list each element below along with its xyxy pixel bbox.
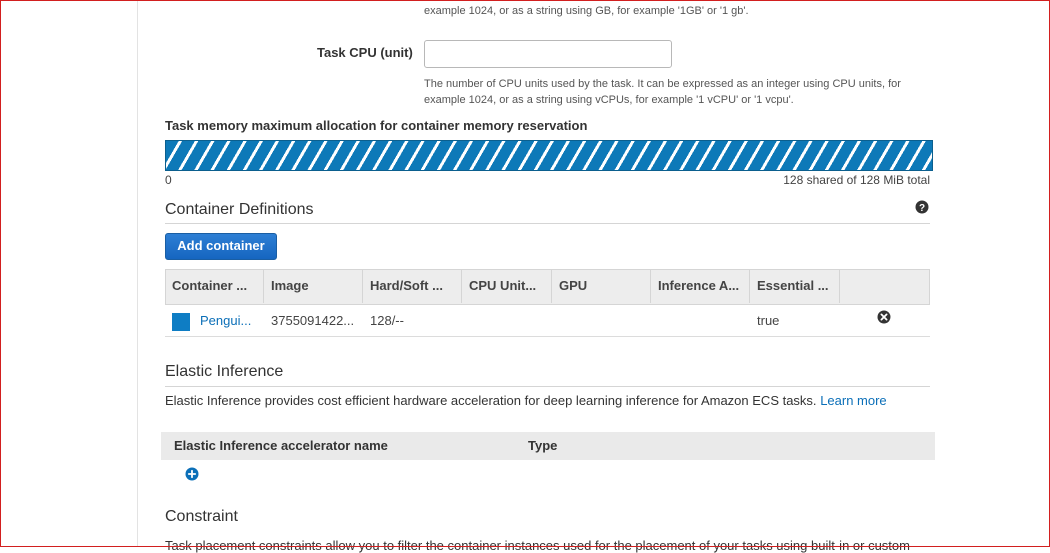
constraint-description: Task placement constraints allow you to … [165,538,910,553]
column-header-cpu-units[interactable]: CPU Unit... [462,269,552,303]
question-circle-icon[interactable]: ? [915,200,929,214]
task-memory-help-text: example 1024, or as a string using GB, f… [424,5,749,17]
column-header-gpu[interactable]: GPU [552,269,651,303]
table-row-container-name[interactable]: Pengui... [165,305,264,337]
add-container-button[interactable]: Add container [165,233,277,260]
learn-more-link[interactable]: Learn more [820,393,886,408]
column-header-actions [840,269,930,303]
elastic-inference-table-header: Elastic Inference accelerator name Type [161,432,935,460]
remove-circle-icon[interactable] [877,310,891,324]
column-header-inference-accelerators[interactable]: Inference A... [651,269,750,303]
table-row-gpu [552,305,651,337]
elastic-inference-heading: Elastic Inference [165,363,284,380]
content-left-border [137,0,138,547]
column-header-type: Type [528,438,558,453]
column-header-essential[interactable]: Essential ... [750,269,840,303]
task-cpu-input[interactable] [424,40,672,68]
table-row-divider [165,336,930,337]
table-row-essential: true [757,313,780,328]
column-header-image[interactable]: Image [264,269,363,303]
column-header-accelerator-name: Elastic Inference accelerator name [174,438,388,453]
elastic-inference-description: Elastic Inference provides cost efficien… [165,393,817,408]
task-cpu-help-line-2: example 1024, or as a string using vCPUs… [424,94,794,106]
task-cpu-help-line-1: The number of CPU units used by the task… [424,78,901,90]
column-header-hard-soft-limits[interactable]: Hard/Soft ... [363,269,462,303]
container-name-link[interactable]: Pengui... [200,313,251,328]
memory-allocation-min-label: 0 [165,173,172,187]
svg-text:?: ? [919,203,925,214]
constraint-heading: Constraint [165,508,238,525]
table-row-hard-soft: 128/-- [370,313,404,328]
elastic-inference-divider [165,386,930,387]
table-row-inference [651,305,750,337]
container-color-swatch [172,312,190,331]
memory-allocation-bar [165,140,933,171]
container-definitions-heading: Container Definitions [165,201,314,218]
container-definitions-table: Container ... Image Hard/Soft ... CPU Un… [165,269,930,337]
task-cpu-label: Task CPU (unit) [317,45,413,60]
column-header-container-name[interactable]: Container ... [165,269,264,303]
plus-circle-icon[interactable] [185,467,199,481]
memory-allocation-title: Task memory maximum allocation for conta… [165,118,588,133]
elastic-inference-description-line: Elastic Inference provides cost efficien… [165,393,887,408]
table-row-image: 3755091422... [271,313,355,328]
memory-allocation-total-label: 128 shared of 128 MiB total [783,173,930,187]
container-definitions-divider [165,223,930,224]
table-row-cpu [462,305,552,337]
